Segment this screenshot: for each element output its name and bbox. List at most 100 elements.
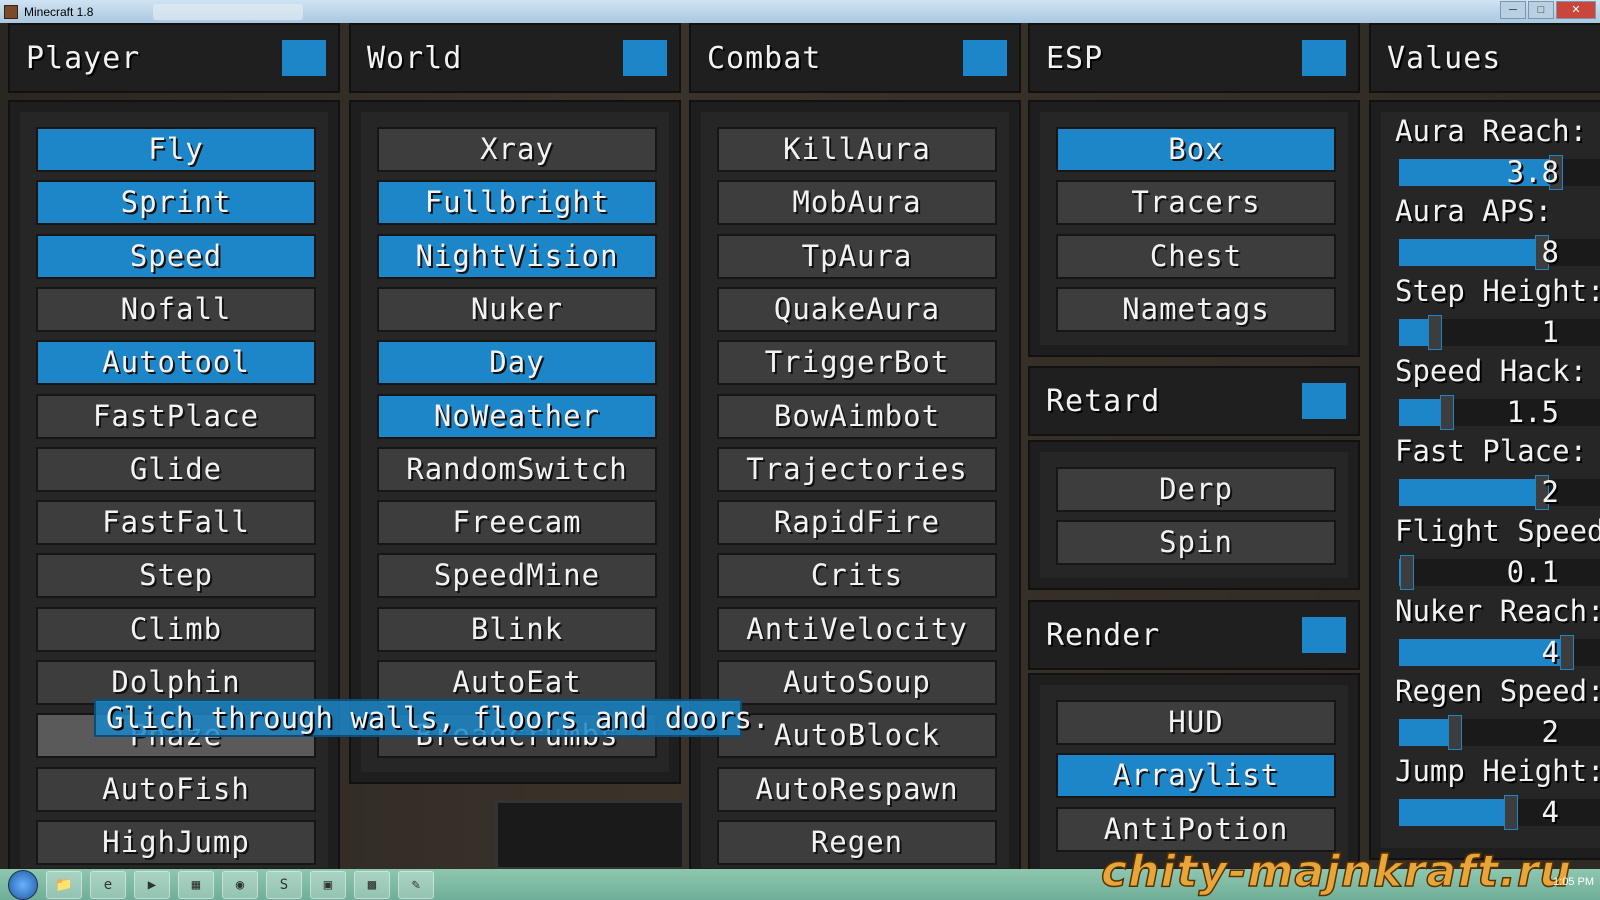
slider-jump-height[interactable]: 4 (1399, 795, 1600, 830)
module-button-autotool[interactable]: Autotool (36, 340, 316, 386)
slider-knob[interactable] (1439, 395, 1454, 430)
module-button-nuker[interactable]: Nuker (377, 286, 657, 332)
category-panel-world: Xray Fullbright NightVision Nuker Day NoWeath… (349, 100, 681, 784)
category-header-render[interactable]: Render (1028, 600, 1360, 670)
module-button-day[interactable]: Day (377, 340, 657, 386)
category-title: Player (26, 40, 141, 76)
category-panel-player: Fly Sprint Speed Nofall Autotool FastPlace Gli… (8, 100, 340, 880)
slider-nuker-reach[interactable]: 4 (1399, 635, 1600, 670)
category-toggle[interactable] (1302, 383, 1346, 419)
taskbar-app[interactable]: ▩ (354, 870, 390, 899)
category-header-player[interactable]: Player (8, 23, 340, 93)
module-button-bowaimbot[interactable]: BowAimbot (717, 393, 997, 439)
module-button-fullbright[interactable]: Fullbright (377, 180, 657, 226)
category-toggle[interactable] (1302, 40, 1346, 76)
module-button-regen[interactable]: Regen (717, 819, 997, 865)
category-header-world[interactable]: World (349, 23, 681, 93)
module-button-fastplace[interactable]: FastPlace (36, 393, 316, 439)
module-button-glide[interactable]: Glide (36, 446, 316, 492)
module-button-autosoup[interactable]: AutoSoup (717, 660, 997, 705)
module-button-tpaura[interactable]: TpAura (717, 233, 997, 279)
taskbar-app[interactable]: ✎ (398, 870, 434, 899)
module-button-sprint[interactable]: Sprint (36, 180, 316, 226)
background-tab[interactable] (153, 3, 304, 20)
module-button-speed[interactable]: Speed (36, 233, 316, 279)
module-button-nofall[interactable]: Nofall (36, 286, 316, 332)
module-button-nightvision[interactable]: NightVision (377, 233, 657, 279)
module-button-tracers[interactable]: Tracers (1056, 180, 1336, 226)
module-button-climb[interactable]: Climb (36, 606, 316, 652)
module-button-killaura[interactable]: KillAura (717, 127, 997, 172)
maximize-button[interactable]: □ (1528, 1, 1554, 19)
slider-aura-aps[interactable]: 8 (1399, 235, 1600, 270)
module-button-highjump[interactable]: HighJump (36, 819, 316, 865)
module-button-noweather[interactable]: NoWeather (377, 393, 657, 439)
module-button-autofish[interactable]: AutoFish (36, 766, 316, 812)
category-header-esp[interactable]: ESP (1028, 23, 1360, 93)
slider-value: 4 (1541, 795, 1559, 829)
slider-value: 1 (1541, 315, 1559, 349)
category-panel-esp: Box Tracers Chest Nametags (1028, 100, 1360, 357)
category-toggle[interactable] (963, 40, 1007, 76)
taskbar-app[interactable]: ▶ (134, 870, 170, 899)
taskbar-app[interactable]: ▦ (178, 870, 214, 899)
slider-aura-reach[interactable]: 3.8 (1399, 155, 1600, 190)
slider-knob[interactable] (1428, 315, 1443, 350)
module-button-speedmine[interactable]: SpeedMine (377, 553, 657, 599)
watermark: chity-majnkraft.ru (1100, 845, 1572, 898)
taskbar-app[interactable]: S (266, 870, 302, 899)
slider-knob[interactable] (1560, 635, 1574, 670)
slider-speed-hack[interactable]: 1.5 (1399, 395, 1600, 430)
module-button-randomswitch[interactable]: RandomSwitch (377, 446, 657, 492)
slider-knob[interactable] (1400, 555, 1415, 590)
module-button-trajectories[interactable]: Trajectories (717, 446, 997, 492)
start-button[interactable] (8, 869, 38, 900)
slider-regen-speed[interactable]: 2 (1399, 715, 1600, 750)
module-button-nametags[interactable]: Nametags (1056, 286, 1336, 332)
slider-step-height[interactable]: 1 (1399, 315, 1600, 350)
slider-flight-speed[interactable]: 0.1 (1399, 555, 1600, 590)
slider-knob[interactable] (1504, 795, 1518, 830)
module-button-fly[interactable]: Fly (36, 127, 316, 172)
taskbar-app[interactable]: e (90, 870, 126, 899)
module-button-quakeaura[interactable]: QuakeAura (717, 286, 997, 332)
module-button-xray[interactable]: Xray (377, 127, 657, 172)
slider-label: Fast Place: (1395, 434, 1588, 468)
module-button-step[interactable]: Step (36, 553, 316, 599)
module-button-derp[interactable]: Derp (1056, 467, 1336, 512)
module-button-freecam[interactable]: Freecam (377, 500, 657, 546)
slider-value: 2 (1541, 475, 1559, 509)
minimize-button[interactable]: ─ (1500, 1, 1526, 19)
category-toggle[interactable] (623, 40, 667, 76)
slider-value: 4 (1541, 635, 1559, 669)
module-button-chest[interactable]: Chest (1056, 233, 1336, 279)
module-button-blink[interactable]: Blink (377, 606, 657, 652)
module-button-arraylist[interactable]: Arraylist (1056, 753, 1336, 799)
taskbar-app[interactable]: 📁 (46, 870, 82, 899)
module-button-autorespawn[interactable]: AutoRespawn (717, 766, 997, 812)
category-toggle[interactable] (1302, 617, 1346, 653)
module-button-crits[interactable]: Crits (717, 553, 997, 599)
category-toggle[interactable] (282, 40, 326, 76)
minecraft-icon (4, 4, 18, 19)
close-button[interactable]: ✕ (1556, 1, 1596, 19)
module-button-rapidfire[interactable]: RapidFire (717, 500, 997, 546)
slider-knob[interactable] (1448, 715, 1462, 750)
module-button-box[interactable]: Box (1056, 127, 1336, 172)
module-button-triggerbot[interactable]: TriggerBot (717, 340, 997, 386)
slider-fast-place[interactable]: 2 (1399, 475, 1600, 510)
category-panel-retard: Derp Spin (1028, 440, 1360, 590)
taskbar-app[interactable]: ◉ (222, 870, 258, 899)
category-header-combat[interactable]: Combat (689, 23, 1021, 93)
module-button-fastfall[interactable]: FastFall (36, 500, 316, 546)
category-header-retard[interactable]: Retard (1028, 366, 1360, 436)
module-button-mobaura[interactable]: MobAura (717, 180, 997, 226)
hotbar (495, 800, 685, 870)
module-button-spin[interactable]: Spin (1056, 520, 1336, 566)
module-button-antivelocity[interactable]: AntiVelocity (717, 606, 997, 652)
slider-value: 2 (1541, 715, 1559, 749)
taskbar-app[interactable]: ▣ (310, 870, 346, 899)
module-button-antipotion[interactable]: AntiPotion (1056, 806, 1336, 852)
slider-label: Regen Speed: (1395, 674, 1600, 708)
module-button-hud[interactable]: HUD (1056, 700, 1336, 745)
